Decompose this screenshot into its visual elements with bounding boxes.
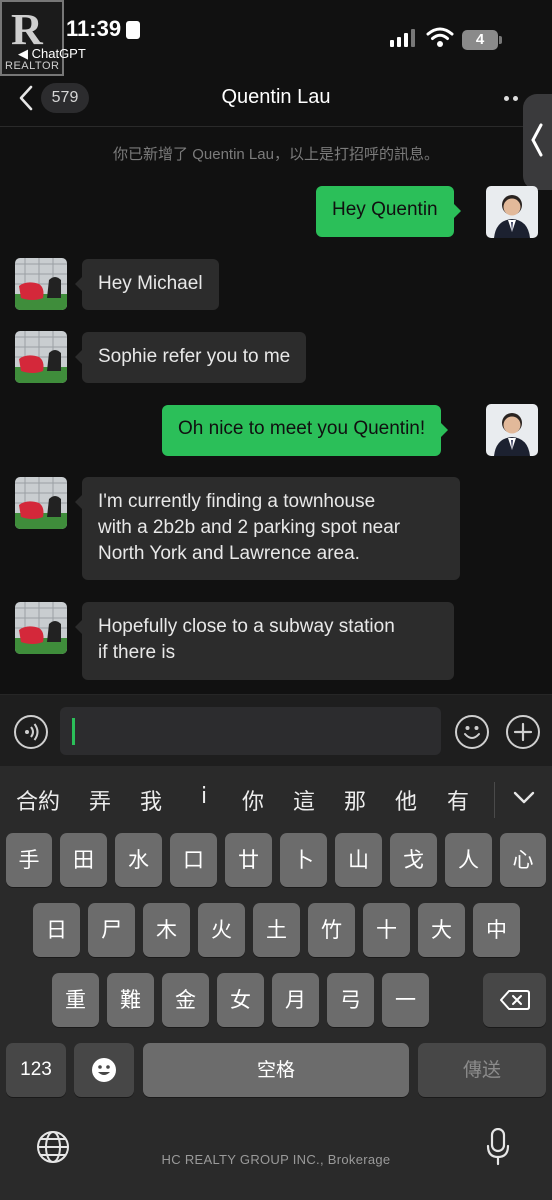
candidate-word[interactable]: 弄 [86,784,114,816]
key[interactable]: 竹 [308,903,355,957]
realtor-watermark-logo: R REALTOR [0,0,64,76]
status-time: 11:39 [66,16,122,41]
status-bar: R REALTOR 11:39 ◀ ChatGPT 4 [0,0,552,76]
key[interactable]: 金 [162,973,209,1027]
key[interactable]: 心 [500,833,546,887]
key[interactable]: 手 [6,833,52,887]
key[interactable]: 難 [107,973,154,1027]
message-bubble-incoming[interactable]: Hey Michael [75,259,219,310]
voice-input-button[interactable] [14,715,48,749]
my-avatar[interactable] [486,186,538,238]
more-options-icon[interactable] [504,96,518,101]
key[interactable]: 月 [272,973,319,1027]
candidate-word[interactable]: i [190,784,218,809]
key[interactable]: 山 [335,833,382,887]
candidate-word[interactable]: 那 [341,784,369,816]
message-bubble-incoming[interactable]: I'm currently finding a townhouse with a… [75,477,460,580]
keyboard: 合約 弄 我 i 你 這 那 他 有 手 田 水 口 廿 卜 山 戈 人 心 日… [0,766,552,1200]
emoji-keyboard-key[interactable] [74,1043,134,1097]
my-avatar[interactable] [486,404,538,456]
key[interactable]: 重 [52,973,99,1027]
brokerage-watermark: HC REALTY GROUP INC., Brokerage [161,1152,391,1167]
battery-tip [499,36,502,44]
key[interactable]: 大 [418,903,465,957]
candidate-word[interactable]: 合約 [10,784,66,816]
emoji-button[interactable] [455,715,489,749]
key[interactable]: 十 [363,903,410,957]
key[interactable]: 口 [170,833,217,887]
text-caret [72,718,75,745]
system-note: 你已新增了 Quentin Lau，以上是打招呼的訊息。 [113,146,439,163]
emoji-icon [92,1058,116,1082]
chevron-down-icon[interactable] [512,790,536,806]
candidate-word[interactable]: 我 [137,784,165,816]
key[interactable]: 一 [382,973,429,1027]
message-text: Sophie refer you to me [98,346,291,367]
key[interactable]: 廿 [225,833,272,887]
numbers-key[interactable]: 123 [6,1043,66,1097]
message-bubble-outgoing[interactable]: Oh nice to meet you Quentin! [162,405,449,456]
more-functions-button[interactable] [506,715,540,749]
message-text: Hey Quentin [332,199,438,220]
message-bubble-outgoing[interactable]: Hey Quentin [316,186,461,237]
voice-icon [25,723,39,741]
emoji-icon [464,726,480,739]
contact-avatar[interactable] [15,602,67,654]
candidate-word[interactable]: 你 [239,784,267,816]
key[interactable]: 卜 [280,833,327,887]
key[interactable]: 水 [115,833,162,887]
back-to-app-link[interactable]: ◀ ChatGPT [18,46,86,62]
key[interactable]: 中 [473,903,520,957]
key[interactable]: 人 [445,833,492,887]
wifi-icon [426,27,454,47]
key[interactable]: 尸 [88,903,135,957]
message-line: if there is [98,642,176,663]
send-key[interactable]: 傳送 [418,1043,546,1097]
backspace-key[interactable] [483,973,546,1027]
chat-header: 579 Quentin Lau [0,72,552,127]
space-key[interactable]: 空格 [143,1043,409,1097]
key[interactable]: 日 [33,903,80,957]
message-line: with a 2b2b and 2 parking spot near [98,517,401,538]
message-text: Oh nice to meet you Quentin! [178,418,426,439]
contact-avatar[interactable] [15,258,67,310]
message-bubble-incoming[interactable]: Sophie refer you to me [74,332,307,383]
backspace-icon [499,990,530,1010]
message-composer [0,694,552,767]
message-bubble-incoming[interactable]: Hopefully close to a subway station if t… [75,602,454,680]
key[interactable]: 田 [60,833,107,887]
key[interactable]: 戈 [390,833,437,887]
key[interactable]: 木 [143,903,190,957]
side-pull-tab[interactable] [523,94,552,190]
candidate-bar: 合約 弄 我 i 你 這 那 他 有 [0,766,552,830]
message-line: I'm currently finding a townhouse [98,491,376,512]
key[interactable]: 火 [198,903,245,957]
cellular-signal-icon [390,29,415,47]
key[interactable]: 女 [217,973,264,1027]
key[interactable]: 土 [253,903,300,957]
message-input[interactable] [60,707,441,755]
candidate-word[interactable]: 這 [290,784,318,816]
candidate-word[interactable]: 他 [392,784,420,816]
plus-icon [513,722,533,742]
message-text: Hey Michael [98,273,203,294]
contact-avatar[interactable] [15,331,67,383]
id-badge-icon [126,21,140,39]
message-line: North York and Lawrence area. [98,543,360,564]
candidate-word[interactable]: 有 [444,784,472,816]
key[interactable]: 弓 [327,973,374,1027]
candidate-divider [494,782,495,818]
battery-indicator: 4 [462,30,498,50]
microphone-icon[interactable] [486,1128,510,1166]
contact-avatar[interactable] [15,477,67,529]
message-line: Hopefully close to a subway station [98,616,395,637]
chat-title: Quentin Lau [221,86,331,108]
